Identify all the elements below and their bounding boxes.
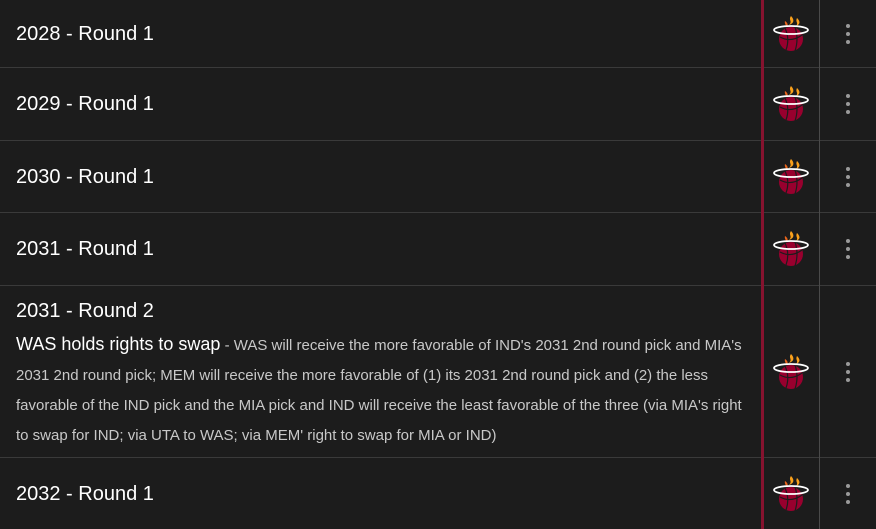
- pick-info: 2032 - Round 1: [16, 458, 756, 529]
- team-logo-cell: [764, 458, 818, 529]
- pick-title: 2030 - Round 1: [16, 165, 154, 188]
- more-options-button[interactable]: [820, 213, 876, 285]
- pick-info: 2031 - Round 1: [16, 213, 756, 285]
- team-logo-cell: [764, 286, 818, 457]
- pick-info: 2031 - Round 2 WAS holds rights to swap …: [16, 286, 756, 457]
- pick-row-2029-r1[interactable]: 2029 - Round 1: [0, 68, 876, 141]
- pick-title: 2031 - Round 2: [16, 300, 154, 322]
- miami-heat-logo-icon: [773, 86, 809, 122]
- more-vert-icon: [846, 166, 850, 187]
- more-options-button[interactable]: [820, 141, 876, 212]
- pick-title: 2028 - Round 1: [16, 22, 154, 45]
- pick-info: 2030 - Round 1: [16, 141, 756, 212]
- team-logo-cell: [764, 141, 818, 212]
- pick-title: 2029 - Round 1: [16, 93, 154, 115]
- pick-info: 2028 - Round 1: [16, 0, 756, 67]
- more-options-button[interactable]: [820, 68, 876, 140]
- pick-protection-detail: WAS holds rights to swap - WAS will rece…: [16, 329, 756, 451]
- swap-rights-label: WAS holds rights to swap: [16, 334, 221, 354]
- more-vert-icon: [846, 239, 850, 259]
- miami-heat-logo-icon: [773, 353, 809, 389]
- pick-title: 2031 - Round 1: [16, 238, 154, 260]
- column-divider: [819, 0, 820, 529]
- more-vert-icon: [846, 483, 850, 504]
- pick-row-2032-r1[interactable]: 2032 - Round 1: [0, 458, 876, 529]
- miami-heat-logo-icon: [773, 231, 809, 267]
- pick-info: 2029 - Round 1: [16, 68, 756, 140]
- team-logo-cell: [764, 68, 818, 140]
- more-vert-icon: [846, 361, 850, 382]
- pick-row-2030-r1[interactable]: 2030 - Round 1: [0, 141, 876, 213]
- more-options-button[interactable]: [820, 0, 876, 67]
- pick-title: 2032 - Round 1: [16, 482, 154, 505]
- more-vert-icon: [846, 94, 850, 114]
- pick-row-2031-r2[interactable]: 2031 - Round 2 WAS holds rights to swap …: [0, 286, 876, 458]
- team-logo-cell: [764, 213, 818, 285]
- draft-pick-list: 2028 - Round 1 2029 - Round 1 2030 - Rou…: [0, 0, 876, 529]
- more-options-button[interactable]: [820, 458, 876, 529]
- pick-row-2031-r1[interactable]: 2031 - Round 1: [0, 213, 876, 286]
- pick-row-2028-r1[interactable]: 2028 - Round 1: [0, 0, 876, 68]
- more-options-button[interactable]: [820, 286, 876, 457]
- miami-heat-logo-icon: [773, 15, 809, 51]
- team-logo-cell: [764, 0, 818, 67]
- miami-heat-logo-icon: [773, 158, 809, 194]
- miami-heat-logo-icon: [773, 475, 809, 511]
- more-vert-icon: [846, 23, 850, 44]
- team-color-divider: [761, 0, 764, 529]
